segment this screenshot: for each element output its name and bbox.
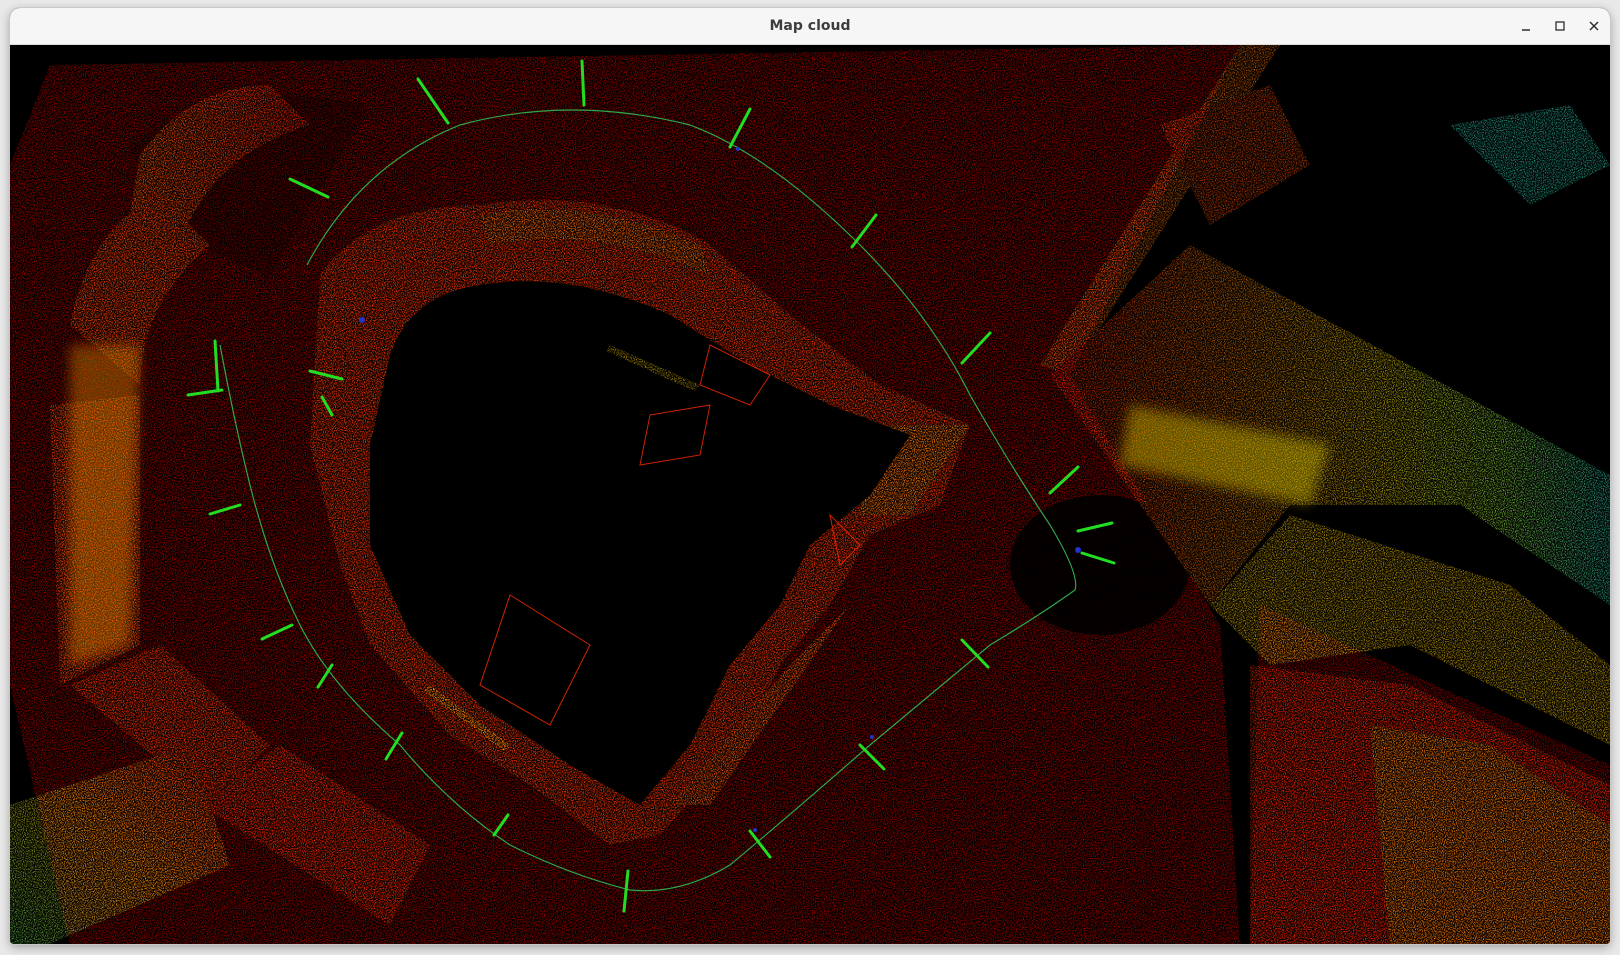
close-button[interactable] — [1582, 14, 1606, 38]
minimize-button[interactable] — [1514, 14, 1538, 38]
window-title: Map cloud — [769, 18, 851, 34]
pose-axis — [580, 59, 586, 107]
maximize-button[interactable] — [1548, 14, 1572, 38]
minimize-icon — [1522, 29, 1530, 31]
title-bar[interactable]: Map cloud — [10, 8, 1610, 45]
point-cloud-viewport[interactable] — [10, 45, 1610, 944]
point-cloud-canvas[interactable] — [10, 45, 1610, 944]
maximize-icon — [1555, 21, 1565, 31]
close-icon — [1589, 21, 1599, 31]
map-cloud-window: Map cloud — [10, 8, 1610, 944]
